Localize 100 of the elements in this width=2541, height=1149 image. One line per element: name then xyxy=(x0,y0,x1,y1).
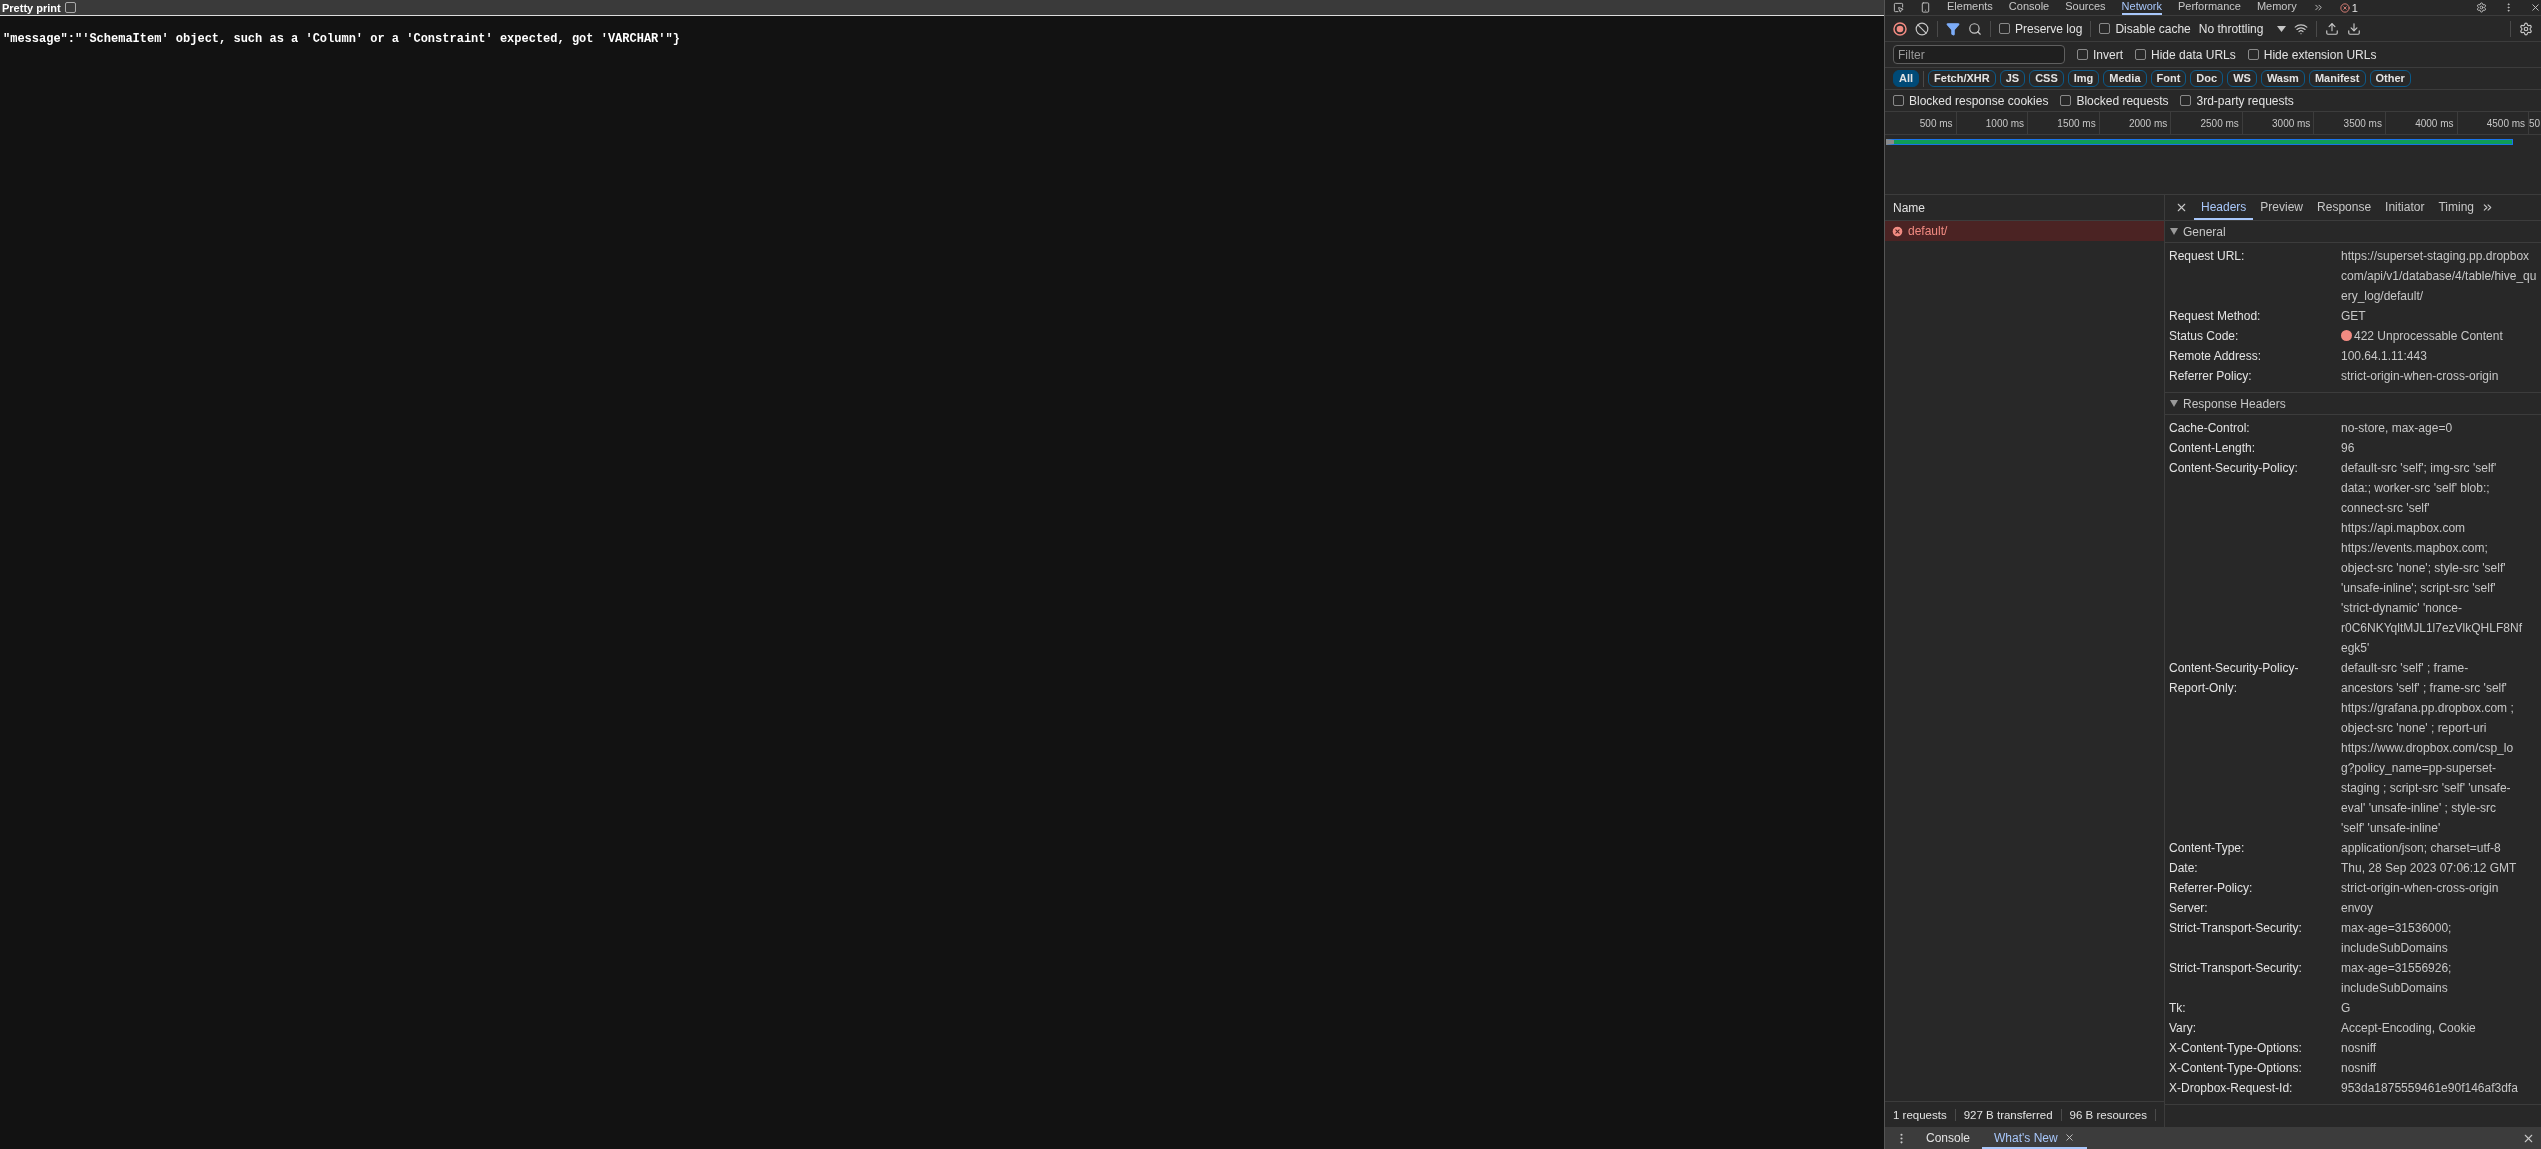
more-tabs-icon[interactable] xyxy=(2312,2,2324,13)
inspect-icon[interactable] xyxy=(1893,2,1904,13)
checkbox[interactable]: Hide data URLs xyxy=(2135,47,2236,62)
header-value: max-age=31556926; includeSubDomains xyxy=(2341,960,2452,997)
header-name: Referrer Policy: xyxy=(2169,368,2253,385)
header-name: Content-Type: xyxy=(2169,840,2246,857)
checkbox[interactable]: Blocked requests xyxy=(2060,93,2169,108)
detail-tab[interactable]: Preview xyxy=(2253,195,2311,220)
type-filter[interactable]: Doc xyxy=(2190,70,2224,87)
checkbox[interactable]: Invert xyxy=(2077,47,2123,62)
checkbox[interactable]: Preserve log xyxy=(1999,21,2083,36)
drawer-tab[interactable]: Console xyxy=(1914,1128,1983,1149)
request-row[interactable]: default/ xyxy=(1885,221,2164,241)
download-icon[interactable] xyxy=(2347,21,2362,36)
caret-icon[interactable] xyxy=(2277,25,2287,32)
status-text: 1 requests xyxy=(1885,1108,1956,1121)
clear-icon[interactable] xyxy=(1915,21,1929,36)
header-value: application/json; charset=utf-8 xyxy=(2341,840,2501,857)
timeline-tick: 4000 ms xyxy=(2385,112,2458,134)
type-filter[interactable]: Manifest xyxy=(2308,70,2366,87)
panel-tab[interactable]: Network xyxy=(2121,0,2162,15)
timeline-tick: 500 ms xyxy=(1885,112,1957,134)
type-filter[interactable]: Wasm xyxy=(2260,70,2305,87)
timeline-tick: 2500 ms xyxy=(2171,112,2243,134)
detail-tab[interactable]: Timing xyxy=(2431,195,2481,220)
header-name: Tk: xyxy=(2169,1000,2187,1017)
panel-tab[interactable]: Memory xyxy=(2256,0,2297,15)
network-settings-icon[interactable] xyxy=(2294,21,2309,36)
header-name: X-Content-Type-Options: xyxy=(2169,1060,2303,1077)
header-value: G xyxy=(2341,1000,2351,1017)
checkbox[interactable]: Hide extension URLs xyxy=(2247,47,2377,62)
pretty-print-checkbox[interactable] xyxy=(64,2,76,13)
checkbox[interactable]: Blocked response cookies xyxy=(1893,93,2049,108)
header-name: Request Method: xyxy=(2169,308,2262,325)
drawer-tab[interactable]: What's New xyxy=(1982,1128,2087,1149)
header-name: Date: xyxy=(2169,860,2199,877)
header-value: https://superset-staging.pp.dropbox com/api/v1/database/4/table/hive_qu ery_log/default/ xyxy=(2341,248,2537,305)
close-icon[interactable] xyxy=(2175,201,2188,214)
type-filter[interactable]: Other xyxy=(2369,70,2411,87)
header-value: 422 Unprocessable Content xyxy=(2354,328,2503,345)
header-value: nosniff xyxy=(2341,1060,2377,1077)
header-name: Content-Length: xyxy=(2169,440,2257,457)
section-title[interactable]: General xyxy=(2183,224,2226,239)
filter-field[interactable]: Filter xyxy=(1893,45,2065,64)
upload-icon[interactable] xyxy=(2325,21,2340,36)
header-name: Vary: xyxy=(2169,1020,2198,1037)
header-name: Cache-Control: xyxy=(2169,420,2251,437)
header-value: strict-origin-when-cross-origin xyxy=(2341,368,2499,385)
timeline-tick: 1000 ms xyxy=(1956,112,2029,134)
timeline-tick: 4500 ms xyxy=(2457,112,2530,134)
error-count[interactable]: 1 xyxy=(2339,1,2358,14)
expanded-triangle-icon[interactable] xyxy=(2170,228,2178,235)
settings-icon[interactable] xyxy=(2476,2,2487,13)
header-name: X-Dropbox-Request-Id: xyxy=(2169,1080,2294,1097)
record-button[interactable] xyxy=(1893,21,1907,36)
status-text: 927 B transferred xyxy=(1955,1108,2062,1121)
search-icon[interactable] xyxy=(1968,21,1982,36)
type-filter[interactable]: JS xyxy=(1999,70,2026,87)
device-icon[interactable] xyxy=(1920,2,1931,13)
timeline-tick: 1500 ms xyxy=(2028,112,2100,134)
section-title[interactable]: Response Headers xyxy=(2183,396,2286,411)
close-icon[interactable] xyxy=(2530,2,2541,13)
status-text: 96 B resources xyxy=(2061,1108,2156,1121)
timeline-tick: 50 xyxy=(2529,117,2541,131)
header-name: Content-Security-Policy: xyxy=(2169,460,2299,477)
type-filter[interactable]: CSS xyxy=(2029,70,2064,87)
header-name: Content-Security-Policy-Report-Only: xyxy=(2169,660,2300,697)
type-filter[interactable]: Img xyxy=(2067,70,2100,87)
panel-tab[interactable]: Elements xyxy=(1947,0,1993,15)
checkbox[interactable]: Disable cache xyxy=(2099,21,2191,36)
throttling-dropdown[interactable]: No throttling xyxy=(2198,21,2287,36)
header-value: 100.64.1.11:443 xyxy=(2341,348,2427,365)
detail-tab[interactable]: Response xyxy=(2310,195,2379,220)
settings-icon[interactable] xyxy=(2519,21,2533,36)
header-name: Server: xyxy=(2169,900,2209,917)
close-icon[interactable] xyxy=(2063,1132,2075,1143)
header-value: no-store, max-age=0 xyxy=(2341,420,2453,437)
header-value: Accept-Encoding, Cookie xyxy=(2341,1020,2476,1037)
json-response-text: "message":"'SchemaItem' object, such as a 'Column' or a 'Constraint' expected, got 'VARCHAR'"} xyxy=(3,32,681,46)
detail-tab[interactable]: Headers xyxy=(2194,195,2254,220)
type-filter[interactable]: Fetch/XHR xyxy=(1928,70,1996,87)
checkbox[interactable]: 3rd-party requests xyxy=(2180,93,2294,108)
detail-tab[interactable]: Initiator xyxy=(2378,195,2432,220)
expanded-triangle-icon[interactable] xyxy=(2170,400,2178,407)
panel-tab[interactable]: Console xyxy=(2008,0,2050,15)
header-value: Thu, 28 Sep 2023 07:06:12 GMT xyxy=(2341,860,2517,877)
timeline-tick: 3500 ms xyxy=(2314,112,2386,134)
panel-tab[interactable]: Sources xyxy=(2065,0,2106,15)
header-name: Remote Address: xyxy=(2169,348,2263,365)
filter-icon[interactable] xyxy=(1946,21,1960,36)
type-filter[interactable]: Media xyxy=(2103,70,2147,87)
panel-tab[interactable]: Performance xyxy=(2177,0,2241,15)
header-value: envoy xyxy=(2341,900,2374,917)
type-filter[interactable]: WS xyxy=(2227,70,2257,87)
type-filter[interactable]: Font xyxy=(2150,70,2187,87)
close-icon[interactable] xyxy=(2522,1132,2535,1145)
type-filter[interactable]: All xyxy=(1893,70,1920,87)
header-name: X-Content-Type-Options: xyxy=(2169,1040,2303,1057)
header-name: Strict-Transport-Security: xyxy=(2169,960,2303,977)
more-tabs-icon[interactable] xyxy=(2481,201,2494,214)
